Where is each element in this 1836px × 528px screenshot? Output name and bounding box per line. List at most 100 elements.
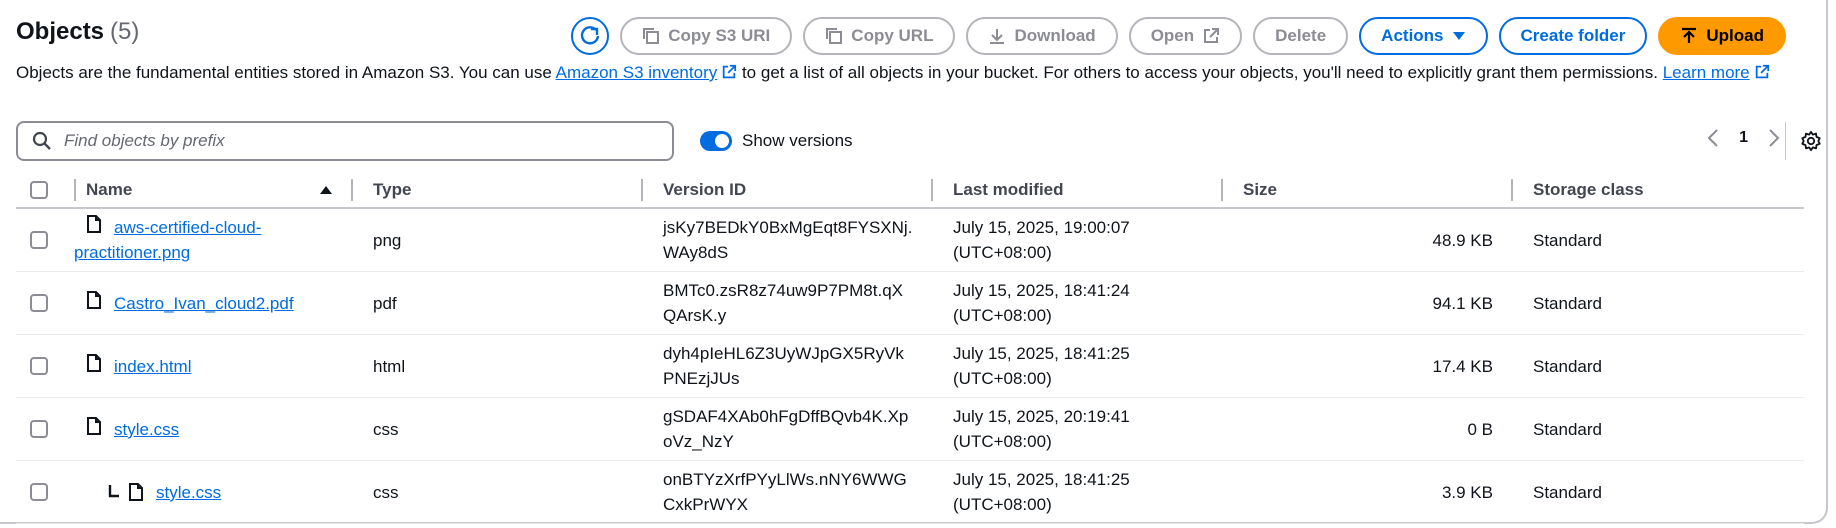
pagination-divider xyxy=(1785,122,1786,160)
file-icon xyxy=(87,416,101,435)
select-all-checkbox[interactable] xyxy=(30,181,48,199)
object-size: 3.9 KB xyxy=(1441,482,1493,502)
last-modified-date: July 15, 2025, 19:00:07 xyxy=(953,218,1130,237)
column-header-last-modified[interactable]: Last modified xyxy=(933,173,1223,209)
table-row[interactable]: style.css css onBTYzXrfPYyLlWs.nNY6WWG Cx… xyxy=(16,460,1804,524)
version-tree-connector-icon xyxy=(108,485,119,498)
last-modified-timezone: (UTC+08:00) xyxy=(953,432,1052,451)
description-text-2: to get a list of all objects in your buc… xyxy=(737,63,1663,82)
objects-header: Objects (5) xyxy=(16,18,139,46)
search-icon xyxy=(32,131,51,150)
column-header-storage-class[interactable]: Storage class xyxy=(1513,173,1804,209)
table-row[interactable]: index.html html dyh4pIeHL6Z3UyWJpGX5RyVk… xyxy=(16,334,1804,398)
object-type: html xyxy=(373,356,406,376)
external-link-icon xyxy=(1204,28,1220,43)
object-name-link-continued[interactable]: practitioner.png xyxy=(74,243,190,262)
upload-icon xyxy=(1682,27,1697,43)
object-name-link[interactable]: style.css xyxy=(114,417,179,442)
object-name-link[interactable]: Castro_Ivan_cloud2.pdf xyxy=(114,291,294,316)
pagination: 1 xyxy=(1707,128,1780,148)
s3-inventory-link-label: Amazon S3 inventory xyxy=(555,63,718,82)
object-type: pdf xyxy=(373,293,397,313)
version-id-line: jsKy7BEDkY0BxMgEqt8FYSXNj. xyxy=(663,218,913,237)
actions-dropdown-button[interactable]: Actions xyxy=(1359,17,1488,55)
version-id-line: BMTc0.zsR8z74uw9P7PM8t.qX xyxy=(663,281,903,300)
search-field[interactable] xyxy=(16,121,674,161)
column-type-label: Type xyxy=(373,180,412,199)
column-version-id-label: Version ID xyxy=(663,180,747,199)
upload-label: Upload xyxy=(1706,26,1764,45)
last-modified-date: July 15, 2025, 18:41:25 xyxy=(953,344,1130,363)
column-last-modified-label: Last modified xyxy=(953,180,1064,199)
object-count: (5) xyxy=(110,18,140,45)
download-label: Download xyxy=(1014,26,1096,45)
table-row[interactable]: Castro_Ivan_cloud2.pdf pdf BMTc0.zsR8z74… xyxy=(16,271,1804,335)
column-storage-class-label: Storage class xyxy=(1533,180,1644,199)
objects-description: Objects are the fundamental entities sto… xyxy=(16,60,1816,86)
learn-more-link[interactable]: Learn more xyxy=(1663,63,1770,82)
object-version-name-link[interactable]: style.css xyxy=(156,480,221,505)
version-id-line: CxkPrWYX xyxy=(663,495,748,514)
storage-class: Standard xyxy=(1533,293,1602,313)
version-id-line: gSDAF4XAb0hFgDffBQvb4K.Xp xyxy=(663,407,909,426)
storage-class: Standard xyxy=(1533,482,1602,502)
copy-url-button[interactable]: Copy URL xyxy=(803,17,956,55)
copy-icon xyxy=(826,28,843,44)
open-button[interactable]: Open xyxy=(1128,17,1243,55)
show-versions-label: Show versions xyxy=(742,131,853,150)
column-header-name[interactable]: Name xyxy=(76,173,353,209)
column-size-label: Size xyxy=(1243,180,1278,199)
caret-down-icon xyxy=(1452,32,1465,40)
storage-class: Standard xyxy=(1533,230,1602,250)
object-name-link[interactable]: index.html xyxy=(114,354,191,379)
column-header-version-id[interactable]: Version ID xyxy=(643,173,933,209)
column-header-type[interactable]: Type xyxy=(353,173,643,209)
chevron-right-icon[interactable] xyxy=(1768,128,1780,148)
last-modified-timezone: (UTC+08:00) xyxy=(953,495,1052,514)
page-title: Objects xyxy=(16,18,105,45)
download-button[interactable]: Download xyxy=(966,17,1118,55)
file-icon xyxy=(87,353,101,372)
table-row[interactable]: style.css css gSDAF4XAb0hFgDffBQvb4K.Xp o… xyxy=(16,397,1804,461)
upload-button[interactable]: Upload xyxy=(1658,17,1786,55)
version-id-line: PNEzjJUs xyxy=(663,369,740,388)
copy-s3-uri-button[interactable]: Copy S3 URI xyxy=(620,17,793,55)
open-label: Open xyxy=(1150,26,1195,45)
refresh-button[interactable] xyxy=(571,17,610,55)
show-versions-control[interactable]: Show versions xyxy=(700,131,853,151)
version-id-line: WAy8dS xyxy=(663,243,729,262)
learn-more-link-label: Learn more xyxy=(1662,63,1750,82)
select-all-header xyxy=(16,173,76,209)
last-modified-timezone: (UTC+08:00) xyxy=(953,369,1052,388)
delete-label: Delete xyxy=(1275,26,1327,45)
current-page-number[interactable]: 1 xyxy=(1739,129,1748,147)
search-input[interactable] xyxy=(62,130,666,152)
file-icon xyxy=(129,483,143,501)
last-modified-date: July 15, 2025, 18:41:24 xyxy=(953,281,1130,300)
gear-icon xyxy=(1801,130,1821,152)
object-type: css xyxy=(373,419,399,439)
version-id-line: QArsK.y xyxy=(663,306,727,325)
create-folder-label: Create folder xyxy=(1520,26,1626,45)
download-icon xyxy=(990,29,1005,44)
version-id-line: onBTYzXrfPYyLlWs.nNY6WWG xyxy=(663,470,907,489)
copy-url-label: Copy URL xyxy=(851,26,934,45)
copy-icon xyxy=(643,28,660,44)
refresh-icon xyxy=(581,26,600,45)
objects-table: Name Type Version ID Last modified Size … xyxy=(16,173,1804,524)
last-modified-timezone: (UTC+08:00) xyxy=(953,243,1052,262)
external-link-icon xyxy=(723,64,737,79)
s3-inventory-link[interactable]: Amazon S3 inventory xyxy=(556,63,738,82)
create-folder-button[interactable]: Create folder xyxy=(1498,17,1648,55)
table-row[interactable]: aws-certified-cloud- practitioner.png pn… xyxy=(16,208,1804,272)
table-settings-button[interactable] xyxy=(1800,130,1822,157)
last-modified-date: July 15, 2025, 20:19:41 xyxy=(953,407,1130,426)
column-name-label: Name xyxy=(86,180,133,199)
actions-label: Actions xyxy=(1381,26,1444,45)
chevron-left-icon[interactable] xyxy=(1707,128,1719,148)
delete-button[interactable]: Delete xyxy=(1253,17,1349,55)
version-id-line: oVz_NzY xyxy=(663,432,734,451)
show-versions-toggle[interactable] xyxy=(700,131,732,151)
object-name-link[interactable]: aws-certified-cloud- xyxy=(114,218,261,237)
column-header-size[interactable]: Size xyxy=(1223,173,1513,209)
